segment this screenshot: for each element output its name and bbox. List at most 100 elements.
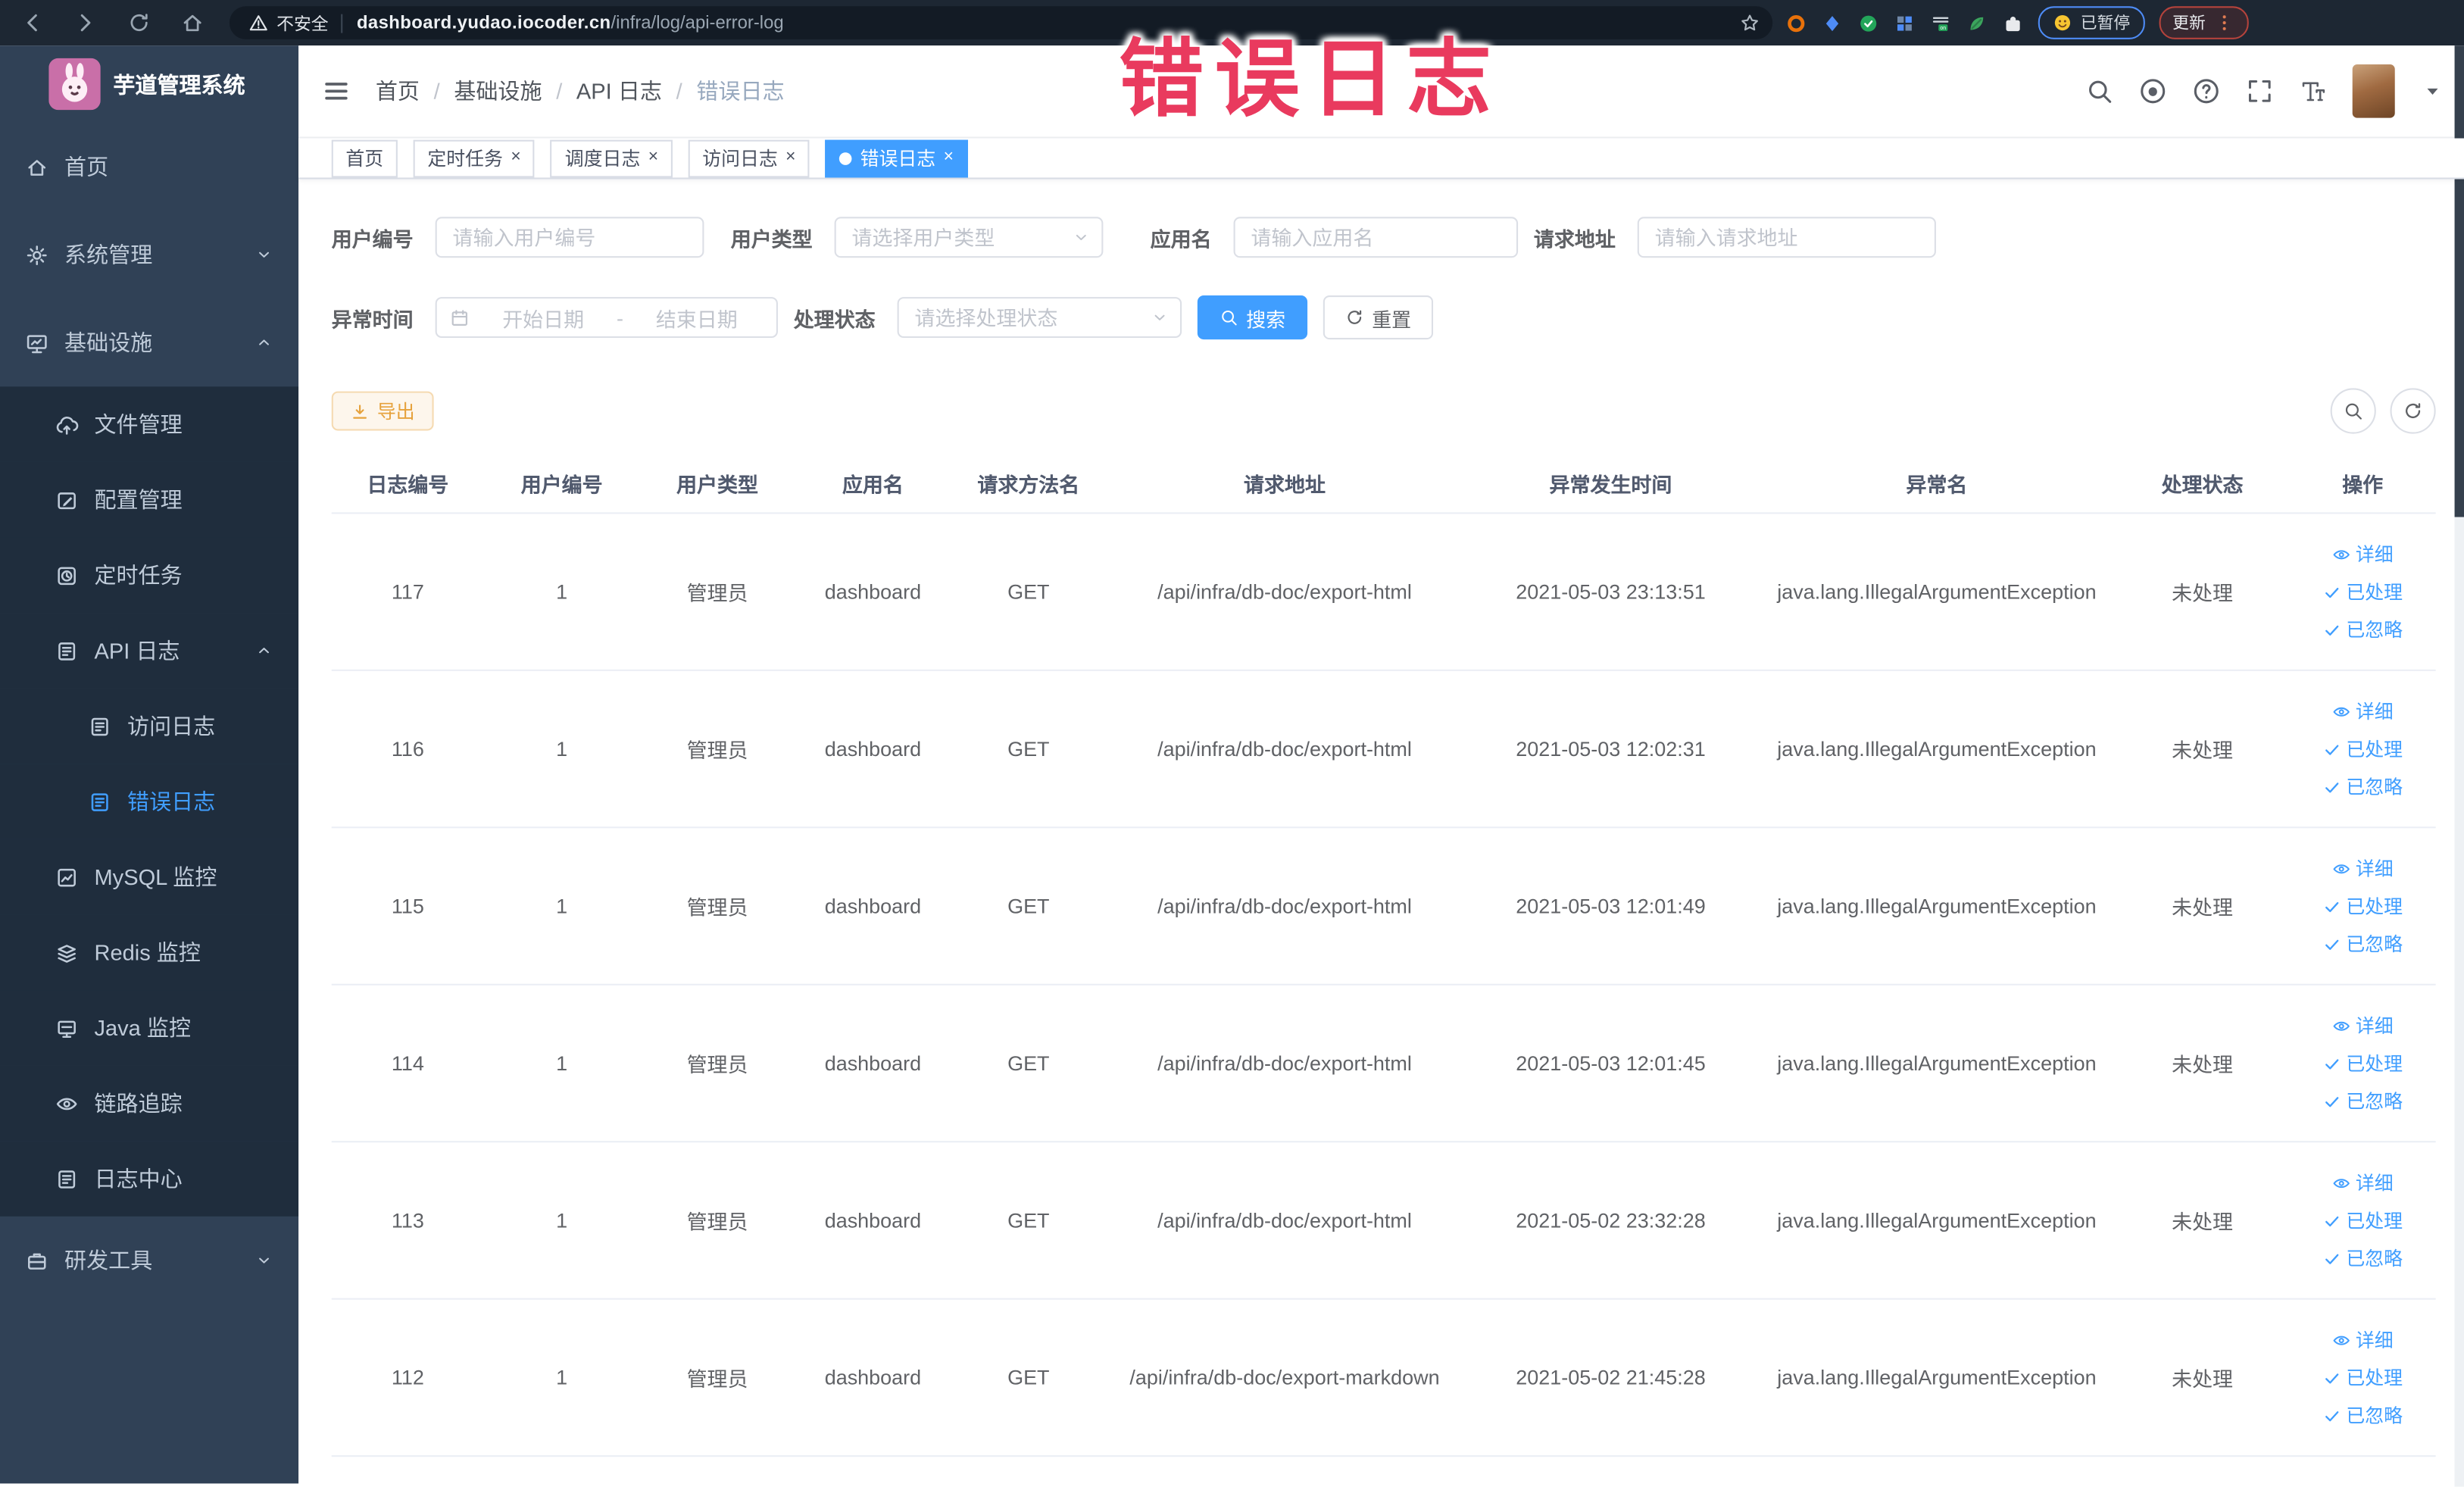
sidebar-item[interactable]: 基础设施 [0, 298, 298, 386]
mark-processed-link[interactable]: 已处理 [2322, 892, 2403, 919]
extensions-puzzle-icon[interactable] [2002, 12, 2024, 34]
sidebar-item[interactable]: Redis 监控 [0, 914, 299, 991]
sidebar-item[interactable]: 文件管理 [0, 386, 299, 462]
detail-link[interactable]: 详细 [2332, 1326, 2394, 1353]
sidebar-item[interactable]: 定时任务 [0, 537, 299, 614]
view-tab[interactable]: 错误日志 [825, 139, 968, 177]
paused-badge[interactable]: 已暂停 [2038, 6, 2144, 39]
table-row[interactable]: 112 1 管理员 dashboard GET /api/infra/db-do… [331, 1300, 2436, 1457]
breadcrumb-item[interactable]: 错误日志 / [696, 76, 784, 107]
close-icon[interactable] [944, 149, 954, 167]
browser-menu-kebab-icon[interactable] [2213, 13, 2234, 33]
user-id-input[interactable] [435, 217, 704, 258]
sidebar-item[interactable]: 日志中心 [0, 1141, 299, 1217]
user-avatar[interactable] [2352, 64, 2395, 118]
browser-forward-icon[interactable] [69, 7, 100, 38]
sidebar-item[interactable]: MySQL 监控 [0, 839, 299, 915]
mark-ignored-link[interactable]: 已忽略 [2322, 1245, 2403, 1271]
update-button[interactable]: 更新 [2158, 6, 2248, 39]
user-type-select[interactable] [834, 217, 1104, 258]
help-icon[interactable] [2192, 77, 2220, 105]
scrollbar-thumb[interactable] [2454, 45, 2464, 517]
font-size-icon[interactable] [2299, 77, 2327, 105]
view-tab[interactable]: 定时任务 [413, 139, 536, 177]
app-name-input[interactable] [1233, 217, 1519, 258]
breadcrumb-item[interactable]: 首页 / [376, 76, 454, 107]
cell-user-type: 管理员 [686, 581, 748, 605]
date-range-picker[interactable]: 开始日期 - 结束日期 [435, 297, 778, 339]
request-url-input[interactable] [1637, 217, 1937, 258]
sidebar-item[interactable]: 配置管理 [0, 461, 299, 538]
table-row[interactable]: 117 1 管理员 dashboard GET /api/infra/db-do… [331, 514, 2436, 671]
extension-drop-icon[interactable] [1821, 12, 1843, 34]
detail-link[interactable]: 详细 [2332, 541, 2394, 567]
sidebar-item[interactable]: Java 监控 [0, 990, 299, 1066]
sidebar-item[interactable]: 系统管理 [0, 211, 298, 298]
hamburger-icon[interactable] [322, 77, 350, 105]
sidebar-item[interactable]: 首页 [0, 123, 298, 211]
export-button[interactable]: 导出 [331, 391, 434, 431]
mark-processed-link[interactable]: 已处理 [2322, 1364, 2403, 1391]
mark-ignored-link[interactable]: 已忽略 [2322, 773, 2403, 800]
process-status-select[interactable] [897, 297, 1182, 339]
column-header: 日志编号 [367, 472, 449, 496]
detail-link[interactable]: 详细 [2332, 855, 2394, 882]
hide-search-button[interactable] [2330, 388, 2376, 434]
close-icon[interactable] [648, 149, 658, 167]
sidebar-item[interactable]: API 日志 [0, 613, 299, 689]
table-row[interactable]: 116 1 管理员 dashboard GET /api/infra/db-do… [331, 671, 2436, 829]
detail-link[interactable]: 详细 [2332, 1170, 2394, 1196]
browser-home-icon[interactable] [176, 7, 207, 38]
extension-leaf-icon[interactable] [1966, 12, 1988, 34]
reset-button[interactable]: 重置 [1323, 295, 1434, 340]
app-title: 芋道管理系统 [113, 71, 245, 97]
sidebar-item[interactable]: 研发工具 [0, 1217, 298, 1304]
close-icon[interactable] [785, 149, 795, 167]
browser-back-icon[interactable] [16, 7, 47, 38]
cell-method: GET [1007, 1365, 1050, 1389]
extension-green-icon[interactable] [1857, 12, 1879, 34]
view-tab[interactable]: 访问日志 [688, 139, 810, 177]
refresh-table-button[interactable] [2390, 388, 2436, 434]
github-icon[interactable] [2139, 77, 2167, 105]
fullscreen-icon[interactable] [2246, 77, 2274, 105]
breadcrumb-item[interactable]: API 日志 / [576, 76, 696, 107]
mark-ignored-link[interactable]: 已忽略 [2322, 1088, 2403, 1114]
sidebar-item[interactable]: 访问日志 [0, 688, 299, 764]
mark-ignored-link[interactable]: 已忽略 [2322, 1402, 2403, 1429]
breadcrumb-item[interactable]: 基础设施 / [454, 76, 576, 107]
bookmark-star-icon[interactable] [1740, 13, 1760, 33]
detail-link[interactable]: 详细 [2332, 698, 2394, 724]
cell-actions: 详细 已处理 已忽略 [2290, 698, 2436, 800]
redis-icon [55, 941, 79, 964]
page-scrollbar[interactable] [2454, 45, 2464, 1487]
cell-process-status: 未处理 [2172, 1210, 2234, 1234]
extension-toggle-icon[interactable]: on [1930, 12, 1952, 34]
cell-request-url: /api/infra/db-doc/export-html [1157, 1208, 1412, 1232]
table-row[interactable]: 113 1 管理员 dashboard GET /api/infra/db-do… [331, 1142, 2436, 1300]
mark-ignored-link[interactable]: 已忽略 [2322, 930, 2403, 957]
mark-ignored-link[interactable]: 已忽略 [2322, 616, 2403, 642]
log-icon [88, 789, 111, 813]
mark-processed-link[interactable]: 已处理 [2322, 1207, 2403, 1233]
mark-processed-link[interactable]: 已处理 [2322, 1050, 2403, 1076]
mark-processed-link[interactable]: 已处理 [2322, 736, 2403, 762]
search-icon[interactable] [2085, 77, 2113, 105]
table-row[interactable]: 114 1 管理员 dashboard GET /api/infra/db-do… [331, 986, 2436, 1143]
mark-processed-link[interactable]: 已处理 [2322, 578, 2403, 604]
detail-link[interactable]: 详细 [2332, 1012, 2394, 1039]
browser-reload-icon[interactable] [123, 7, 154, 38]
check-icon [2322, 897, 2341, 916]
table-row[interactable]: 115 1 管理员 dashboard GET /api/infra/db-do… [331, 828, 2436, 986]
cell-exception-name: java.lang.IllegalArgumentException [1777, 894, 2097, 918]
extension-orange-icon[interactable] [1785, 12, 1807, 34]
close-icon[interactable] [511, 149, 520, 167]
extension-grid-icon[interactable] [1894, 12, 1916, 34]
view-tab[interactable]: 调度日志 [551, 139, 673, 177]
avatar-caret-down-icon[interactable] [2423, 82, 2442, 101]
view-tab[interactable]: 首页 [331, 139, 398, 177]
sidebar-item[interactable]: 错误日志 [0, 764, 299, 839]
sidebar-item[interactable]: 链路追踪 [0, 1065, 299, 1142]
search-button[interactable]: 搜索 [1197, 295, 1308, 340]
address-bar[interactable]: 不安全 dashboard.yudao.iocoder.cn/infra/log… [229, 6, 1773, 39]
